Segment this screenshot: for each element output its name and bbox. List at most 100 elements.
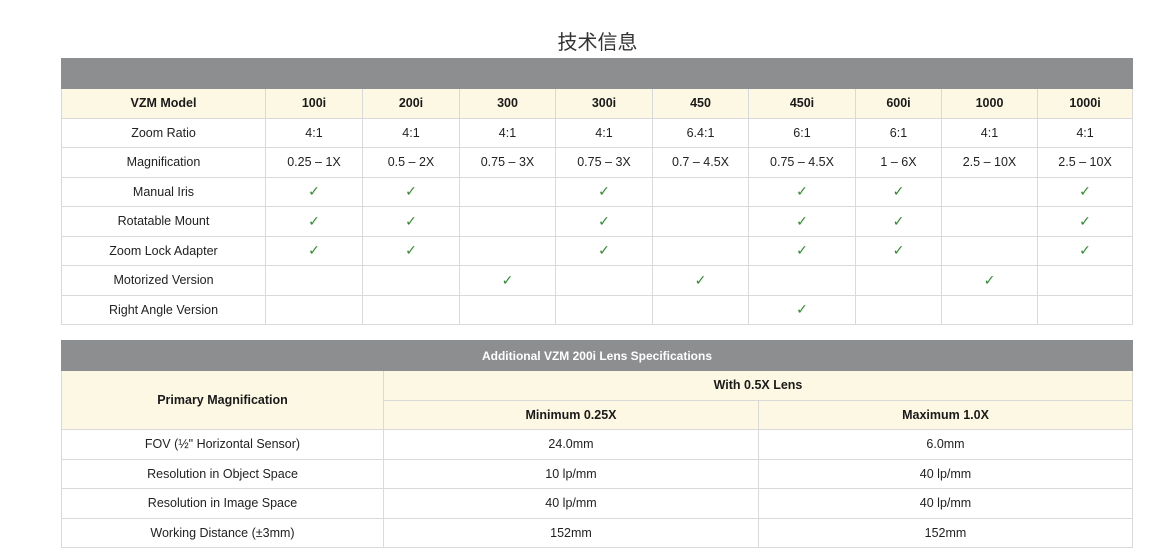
table-cell <box>652 294 749 325</box>
table-cell: 4:1 <box>459 117 556 148</box>
table-row: FOV (½" Horizontal Sensor) 24.0mm 6.0mm <box>61 429 1133 460</box>
table-row: Zoom Lock Adapter ✓ ✓ ✓ ✓ ✓ ✓ <box>61 235 1134 266</box>
table-cell: 24.0mm <box>383 429 759 460</box>
table-cell: ✓ <box>1036 235 1134 266</box>
table-cell <box>652 176 749 207</box>
checkmark-icon: ✓ <box>598 242 610 259</box>
table-cell <box>555 294 653 325</box>
table-cell: 40 lp/mm <box>758 458 1133 489</box>
row-label: Manual Iris <box>61 176 266 207</box>
model-header: 1000 <box>941 88 1038 119</box>
row-label: Working Distance (±3mm) <box>61 517 384 548</box>
table-cell <box>652 206 749 237</box>
table-cell: 4:1 <box>362 117 460 148</box>
checkmark-icon: ✓ <box>405 242 417 259</box>
table-cell: 0.75 – 4.5X <box>748 147 856 178</box>
table-cell <box>748 265 856 296</box>
table-cell: ✓ <box>459 265 556 296</box>
checkmark-icon: ✓ <box>892 212 905 229</box>
checkmark-icon: ✓ <box>308 212 320 229</box>
model-header: 450 <box>652 88 749 119</box>
checkmark-icon: ✓ <box>501 271 514 288</box>
table-cell: 0.25 – 1X <box>265 147 363 178</box>
table-cell: ✓ <box>748 235 856 266</box>
row-label: Resolution in Object Space <box>61 458 384 489</box>
checkmark-icon: ✓ <box>1079 183 1091 200</box>
table-cell: 6:1 <box>855 117 942 148</box>
table-cell <box>459 206 556 237</box>
table-row: Right Angle Version ✓ <box>61 294 1134 325</box>
table-cell: ✓ <box>855 235 942 266</box>
table-cell: 0.7 – 4.5X <box>652 147 749 178</box>
table-cell: 6.0mm <box>758 429 1133 460</box>
table-cell: ✓ <box>265 176 363 207</box>
checkmark-icon: ✓ <box>796 183 808 200</box>
table-cell <box>941 176 1038 207</box>
table-cell <box>265 294 363 325</box>
table-cell: ✓ <box>362 176 460 207</box>
table-cell: 4:1 <box>555 117 653 148</box>
table-cell: ✓ <box>941 265 1038 296</box>
checkmark-icon: ✓ <box>983 271 996 288</box>
table-cell: ✓ <box>555 235 653 266</box>
row-label: Magnification <box>61 147 266 178</box>
vzm-models-table: VZM Model 100i 200i 300 300i 450 450i 600i 1000 1… <box>60 58 1134 325</box>
checkmark-icon: ✓ <box>796 301 808 318</box>
page-title: 技术信息 <box>557 30 638 54</box>
row-label: Zoom Ratio <box>61 117 266 148</box>
table-cell: 1 – 6X <box>855 147 942 178</box>
table-row: Resolution in Image Space 40 lp/mm 40 lp/m… <box>61 488 1133 519</box>
maximum-header: Maximum 1.0X <box>758 399 1133 430</box>
table-row: Rotatable Mount ✓ ✓ ✓ ✓ ✓ ✓ <box>61 206 1134 237</box>
checkmark-icon: ✓ <box>598 183 610 200</box>
table-cell: 152mm <box>758 517 1133 548</box>
model-header: 1000i <box>1036 88 1134 119</box>
vzm-200i-specs-table: Additional VZM 200i Lens Specifications … <box>61 340 1133 548</box>
row-label: Zoom Lock Adapter <box>61 235 266 266</box>
model-header: 100i <box>265 88 363 119</box>
model-header-label: VZM Model <box>61 88 266 119</box>
checkmark-icon: ✓ <box>796 212 808 229</box>
table-cell <box>941 235 1038 266</box>
table-cell <box>1036 294 1134 325</box>
table-cell: ✓ <box>748 176 856 207</box>
table-row: Zoom Ratio 4:1 4:1 4:1 4:1 6.4:1 6:1 6:1 4:1 4:1 <box>61 117 1134 148</box>
table-cell <box>941 206 1038 237</box>
table-cell: ✓ <box>362 206 460 237</box>
table-cell: 0.5 – 2X <box>362 147 460 178</box>
checkmark-icon: ✓ <box>892 183 905 200</box>
row-label: FOV (½" Horizontal Sensor) <box>61 429 384 460</box>
table-cell <box>855 265 942 296</box>
table-cell: 40 lp/mm <box>383 488 759 519</box>
table-row: Motorized Version ✓ ✓ ✓ <box>61 265 1134 296</box>
model-header: 600i <box>855 88 942 119</box>
table-cell: 4:1 <box>1036 117 1134 148</box>
table-row: Working Distance (±3mm) 152mm 152mm <box>61 517 1133 548</box>
row-label: Right Angle Version <box>61 294 266 325</box>
checkmark-icon: ✓ <box>308 183 320 200</box>
table-cell: ✓ <box>265 235 363 266</box>
table-cell <box>362 294 460 325</box>
table-cell: 2.5 – 10X <box>1036 147 1134 178</box>
row-label: Motorized Version <box>61 265 266 296</box>
table-cell: ✓ <box>652 265 749 296</box>
table-cell: 0.75 – 3X <box>459 147 556 178</box>
table-cell: ✓ <box>555 176 653 207</box>
checkmark-icon: ✓ <box>405 183 417 200</box>
row-label: Rotatable Mount <box>61 206 266 237</box>
table-cell: 6:1 <box>748 117 856 148</box>
checkmark-icon: ✓ <box>694 271 707 288</box>
table-row: Magnification 0.25 – 1X 0.5 – 2X 0.75 – 3X 0… <box>61 147 1134 178</box>
checkmark-icon: ✓ <box>405 212 417 229</box>
model-header: 300i <box>555 88 653 119</box>
table-cell: ✓ <box>1036 176 1134 207</box>
table-cell <box>459 294 556 325</box>
table-cell: 4:1 <box>941 117 1038 148</box>
table-cell: ✓ <box>748 206 856 237</box>
table-cell <box>652 235 749 266</box>
table-cell: 0.75 – 3X <box>555 147 653 178</box>
table-cell <box>265 265 363 296</box>
table-cell: ✓ <box>362 235 460 266</box>
table-cell <box>555 265 653 296</box>
table-cell <box>1036 265 1134 296</box>
